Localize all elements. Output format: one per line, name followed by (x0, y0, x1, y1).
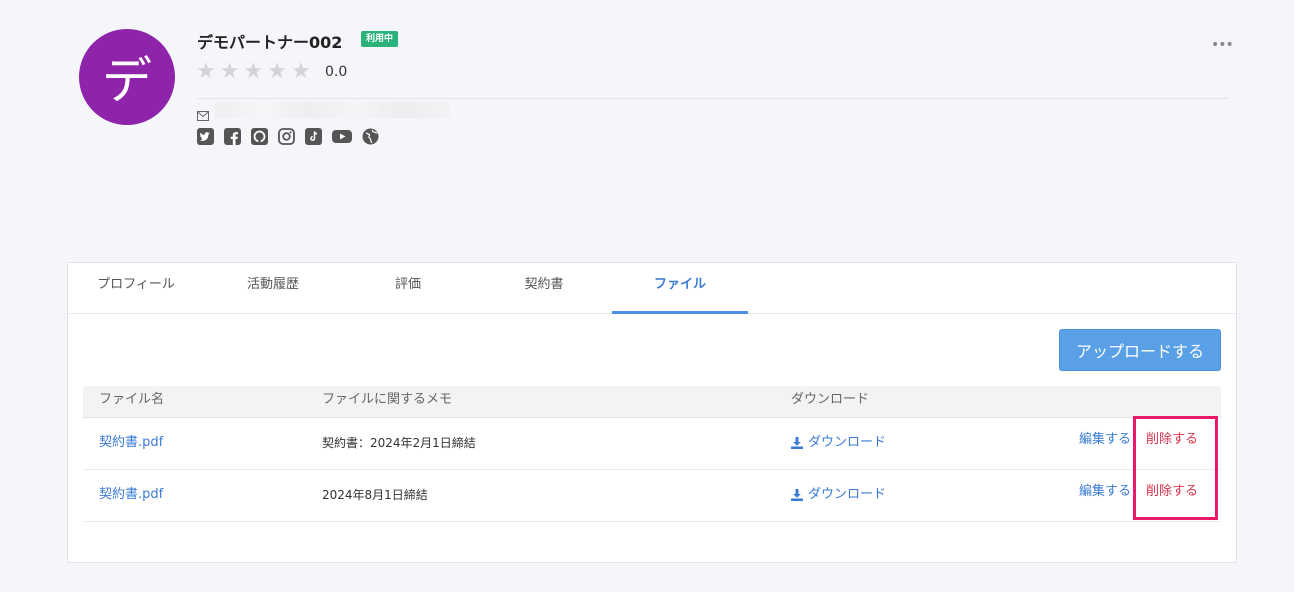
star-icon: ★ (267, 59, 287, 84)
column-header-download: ダウンロード (791, 392, 870, 407)
file-name-link[interactable]: 契約書.pdf (99, 470, 163, 520)
more-options-icon[interactable]: ••• (1211, 37, 1234, 53)
youtube-icon[interactable] (332, 128, 352, 145)
star-icon: ★ (196, 59, 216, 84)
status-badge: 利用中 (361, 31, 399, 47)
tab-profile[interactable]: プロフィール (82, 263, 190, 314)
mail-icon (197, 106, 209, 125)
download-label: ダウンロード (808, 435, 887, 450)
download-label: ダウンロード (808, 487, 887, 502)
download-icon (791, 489, 803, 501)
edit-button[interactable]: 編集する (1079, 470, 1131, 514)
tab-activity[interactable]: 活動履歴 (219, 263, 327, 314)
edit-button[interactable]: 編集する (1079, 418, 1131, 462)
download-link[interactable]: ダウンロード (791, 418, 886, 468)
tab-contracts[interactable]: 契約書 (490, 263, 598, 314)
column-header-file: ファイル名 (99, 392, 165, 407)
facebook-icon[interactable] (224, 128, 241, 145)
upload-button[interactable]: アップロードする (1059, 329, 1221, 371)
table-row: 契約書.pdf 契約書：2024年2月1日締結 ダウンロード 編集する 削除する (83, 418, 1221, 470)
avatar-initial: デ (102, 52, 152, 110)
github-icon[interactable] (251, 128, 268, 145)
instagram-icon[interactable] (278, 128, 295, 145)
column-header-memo: ファイルに関するメモ (322, 392, 453, 407)
star-icon: ★ (219, 59, 240, 84)
table-header: ファイル名 ファイルに関するメモ ダウンロード (83, 386, 1221, 418)
file-memo: 契約書：2024年2月1日締結 (322, 436, 476, 450)
download-icon (791, 437, 803, 449)
globe-icon[interactable] (362, 128, 379, 145)
rating-stars: ★ ★ ★ ★ ★ (196, 60, 311, 84)
delete-highlight-box (1133, 416, 1218, 520)
rating-value: 0.0 (325, 64, 348, 80)
tab-bar: プロフィール 活動履歴 評価 契約書 ファイル (68, 263, 1236, 314)
profile-card: プロフィール 活動履歴 評価 契約書 ファイル アップロードする ファイル名 フ… (67, 262, 1237, 563)
email-redacted (215, 102, 450, 118)
partner-name: デモパートナー002 (197, 33, 343, 52)
tab-files[interactable]: ファイル (612, 263, 748, 314)
divider (197, 98, 1228, 99)
table-row: 契約書.pdf 2024年8月1日締結 ダウンロード 編集する 削除する (83, 470, 1221, 522)
tab-reviews[interactable]: 評価 (354, 263, 462, 314)
star-icon: ★ (290, 59, 311, 84)
twitter-icon[interactable] (197, 128, 214, 145)
star-icon: ★ (243, 59, 264, 84)
file-name-link[interactable]: 契約書.pdf (99, 418, 163, 468)
file-memo: 2024年8月1日締結 (322, 488, 428, 502)
download-link[interactable]: ダウンロード (791, 470, 886, 520)
tiktok-icon[interactable] (305, 128, 322, 145)
social-links (197, 128, 379, 145)
avatar: デ (79, 29, 175, 125)
